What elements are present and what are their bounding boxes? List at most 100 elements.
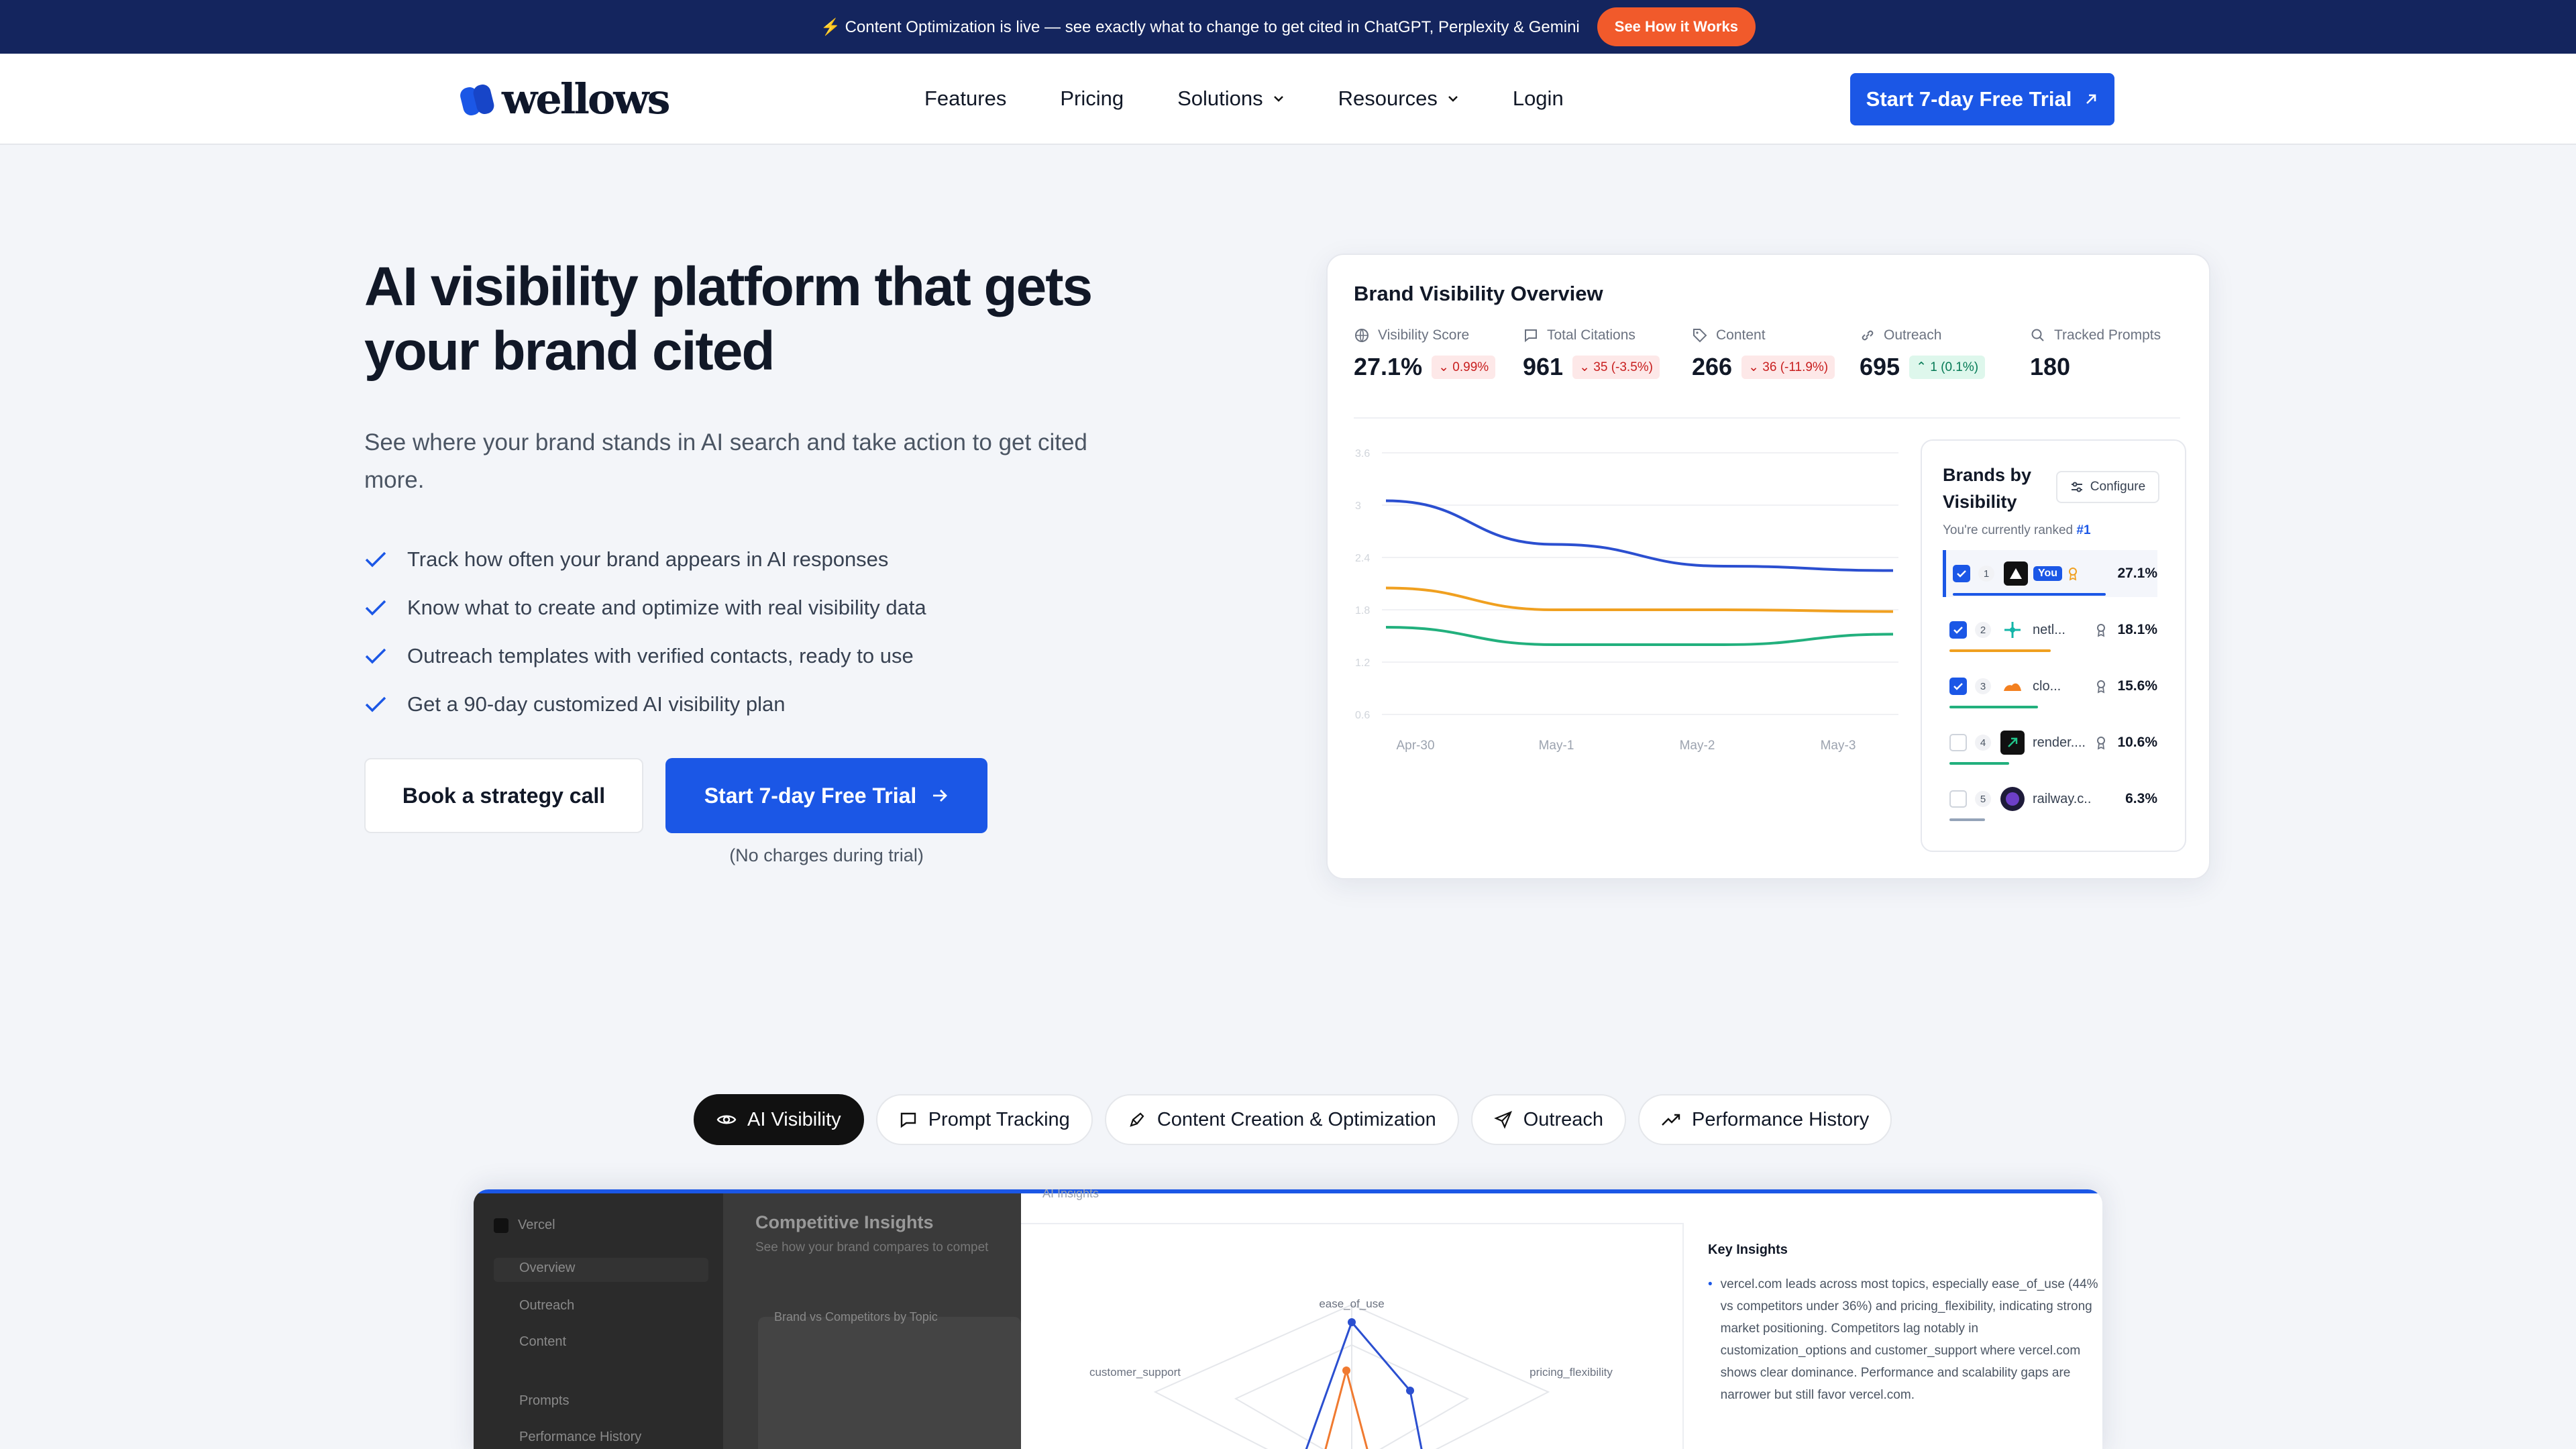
brand-rank: 4 bbox=[1975, 735, 1991, 751]
tab-label: AI Visibility bbox=[747, 1108, 841, 1130]
brand-logo-icon bbox=[2000, 731, 2025, 755]
link-icon bbox=[1862, 330, 1874, 341]
key-insight-item: • vercel.com leads across most topics, es… bbox=[1708, 1273, 2102, 1406]
y-tick-label: 2.4 bbox=[1355, 553, 1370, 564]
brand-row[interactable]: 3 clo... 15.6% bbox=[1943, 663, 2157, 710]
see-how-it-works-button[interactable]: See How it Works bbox=[1597, 7, 1756, 46]
brand-name: render.... bbox=[2033, 735, 2086, 750]
nav-resources[interactable]: Resources bbox=[1338, 87, 1459, 111]
product-preview: Vercel Overview Outreach Content Prompts… bbox=[474, 1189, 2102, 1449]
y-tick-label: 1.8 bbox=[1355, 605, 1370, 616]
y-tick-label: 3.6 bbox=[1355, 448, 1370, 460]
nav-pricing[interactable]: Pricing bbox=[1060, 87, 1124, 111]
tab-outreach[interactable]: Outreach bbox=[1470, 1094, 1626, 1145]
nav-login[interactable]: Login bbox=[1513, 87, 1564, 111]
trial-note: (No charges during trial) bbox=[729, 845, 924, 865]
brand-logo-icon bbox=[2004, 561, 2028, 586]
metric-delta-text: 1 (0.1%) bbox=[1930, 360, 1979, 374]
tab-performance-history[interactable]: Performance History bbox=[1638, 1094, 1892, 1145]
tab-label: Content Creation & Optimization bbox=[1157, 1108, 1436, 1130]
metric-visibility-score: Visibility Score 27.1% ⌄ 0.99% bbox=[1354, 327, 1496, 381]
brand-row[interactable]: 4 render.... 10.6% bbox=[1943, 719, 2157, 766]
brand-checkbox[interactable] bbox=[1949, 790, 1967, 808]
preview-sidebar-prompts[interactable]: Prompts bbox=[519, 1393, 569, 1409]
preview-sidebar-overview[interactable]: Overview bbox=[494, 1258, 708, 1282]
metric-label: Visibility Score bbox=[1378, 327, 1470, 343]
award-icon bbox=[2097, 624, 2105, 637]
x-tick-label: Apr-30 bbox=[1396, 739, 1434, 753]
announcement-text: ⚡ Content Optimization is live — see exa… bbox=[820, 17, 1580, 36]
preview-sidebar-outreach[interactable]: Outreach bbox=[519, 1298, 574, 1313]
y-tick-label: 0.6 bbox=[1355, 710, 1370, 721]
check-icon bbox=[365, 696, 386, 712]
check-icon bbox=[1953, 683, 1963, 690]
tab-ai-visibility[interactable]: AI Visibility bbox=[694, 1094, 864, 1145]
brand-checkbox[interactable] bbox=[1949, 678, 1967, 695]
logo[interactable]: wellows bbox=[460, 74, 671, 123]
metric-outreach: Outreach 695 ⌃ 1 (0.1%) bbox=[1860, 327, 1986, 381]
brand-bar bbox=[1949, 818, 1985, 821]
preview-workspace[interactable]: Vercel bbox=[494, 1218, 555, 1233]
brand-row[interactable]: 1 You 27.1% bbox=[1943, 550, 2157, 597]
brand-row[interactable]: 2 netl... 18.1% bbox=[1943, 606, 2157, 653]
check-icon bbox=[365, 600, 386, 616]
bullet-icon: • bbox=[1708, 1277, 1713, 1291]
nav-features[interactable]: Features bbox=[924, 87, 1006, 111]
arrow-right-icon bbox=[933, 790, 948, 802]
radar-chart: ease_of_use customer_support pricing_fle… bbox=[1089, 1297, 1613, 1449]
announcement-bar: ⚡ Content Optimization is live — see exa… bbox=[0, 0, 2576, 54]
feature-item: Get a 90-day customized AI visibility pl… bbox=[364, 680, 926, 729]
nav-resources-label: Resources bbox=[1338, 87, 1438, 110]
nav-solutions-label: Solutions bbox=[1177, 87, 1263, 110]
ranked-text: You're currently ranked #1 bbox=[1943, 523, 2091, 538]
start-trial-button[interactable]: Start 7-day Free Trial bbox=[665, 758, 987, 833]
brand-name: railway.c... bbox=[2033, 791, 2090, 806]
check-icon bbox=[365, 551, 386, 568]
search-icon bbox=[2031, 329, 2044, 341]
feature-list: Track how often your brand appears in AI… bbox=[364, 535, 926, 729]
brand-logo-icon bbox=[2000, 787, 2025, 811]
metric-label: Outreach bbox=[1884, 327, 1942, 343]
brand-percent: 15.6% bbox=[2117, 678, 2157, 694]
nav-solutions[interactable]: Solutions bbox=[1177, 87, 1285, 111]
chat-icon bbox=[900, 1112, 916, 1128]
brand-name: clo... bbox=[2033, 678, 2061, 694]
metric-value: 180 bbox=[2030, 353, 2071, 380]
brand-rank: 1 bbox=[1978, 566, 1994, 582]
feature-tabs: AI Visibility Prompt Tracking Content Cr… bbox=[694, 1094, 1892, 1145]
preview-sidebar-performance[interactable]: Performance History bbox=[519, 1430, 641, 1445]
check-icon bbox=[1953, 627, 1963, 634]
configure-button[interactable]: Configure bbox=[2056, 471, 2159, 503]
book-strategy-call-button[interactable]: Book a strategy call bbox=[364, 758, 643, 833]
brand-bar bbox=[1949, 706, 2038, 708]
x-tick-label: May-2 bbox=[1680, 739, 1715, 753]
ranked-value: #1 bbox=[2076, 523, 2091, 537]
start-trial-nav-button[interactable]: Start 7-day Free Trial bbox=[1850, 73, 2114, 125]
configure-label: Configure bbox=[2090, 480, 2146, 494]
brand-checkbox[interactable] bbox=[1953, 565, 1970, 582]
x-tick-label: May-1 bbox=[1539, 739, 1574, 753]
brand-row[interactable]: 5 railway.c... 6.3% bbox=[1943, 775, 2157, 822]
chevron-down-icon bbox=[1448, 96, 1458, 102]
nav-links: Features Pricing Solutions Resources Log… bbox=[924, 82, 1564, 115]
chevron-down-icon bbox=[1273, 96, 1283, 102]
tab-content-creation[interactable]: Content Creation & Optimization bbox=[1104, 1094, 1459, 1145]
brand-bar bbox=[1949, 649, 2051, 652]
preview-sidebar-content[interactable]: Content bbox=[519, 1334, 566, 1350]
metric-value: 27.1% bbox=[1354, 353, 1423, 380]
workspace-icon bbox=[494, 1218, 508, 1233]
key-insights: Key Insights • vercel.com leads across mo… bbox=[1708, 1239, 2102, 1406]
brand-checkbox[interactable] bbox=[1949, 621, 1967, 639]
series-line bbox=[1385, 499, 1894, 572]
message-icon bbox=[1525, 329, 1537, 343]
brand-logo-icon bbox=[2000, 674, 2025, 698]
insights-divider bbox=[1682, 1223, 1684, 1449]
tab-label: Prompt Tracking bbox=[928, 1108, 1070, 1130]
tab-prompt-tracking[interactable]: Prompt Tracking bbox=[875, 1094, 1093, 1145]
brand-checkbox[interactable] bbox=[1949, 734, 1967, 751]
award-icon bbox=[2097, 680, 2105, 694]
radar-label: customer_support bbox=[1089, 1366, 1181, 1379]
feature-text: Track how often your brand appears in AI… bbox=[407, 547, 889, 571]
start-trial-nav-label: Start 7-day Free Trial bbox=[1866, 87, 2072, 111]
metric-delta: ⌄ 0.99% bbox=[1432, 355, 1496, 379]
